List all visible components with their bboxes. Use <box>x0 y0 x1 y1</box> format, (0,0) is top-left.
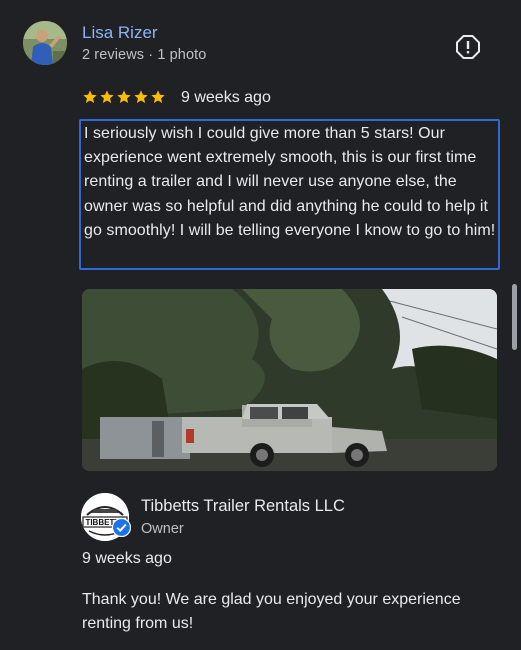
star-icon <box>151 90 165 103</box>
review-date: 9 weeks ago <box>181 89 271 106</box>
star-rating <box>82 86 166 108</box>
owner-business-name[interactable]: Tibbetts Trailer Rentals LLC <box>141 497 345 516</box>
report-flag-icon <box>456 35 480 59</box>
review-photo[interactable] <box>82 289 497 471</box>
star-icon <box>117 90 131 103</box>
reviewer-stats: 2 reviews · 1 photo <box>82 47 207 63</box>
owner-role-label: Owner <box>141 521 184 537</box>
scrollbar-thumb[interactable] <box>512 284 517 350</box>
star-icon <box>100 90 114 103</box>
review-text-container[interactable]: I seriously wish I could give more than … <box>79 119 500 270</box>
reviewer-name[interactable]: Lisa Rizer <box>82 23 158 43</box>
verified-check-icon <box>112 518 131 537</box>
owner-response-date: 9 weeks ago <box>82 550 172 567</box>
owner-response-text: Thank you! We are glad you enjoyed your … <box>82 591 461 633</box>
reviewer-avatar[interactable] <box>23 21 67 65</box>
star-icon <box>134 90 148 103</box>
report-review-button[interactable] <box>455 34 481 60</box>
review-text: I seriously wish I could give more than … <box>84 125 496 239</box>
review-card: Lisa Rizer 2 reviews · 1 photo 9 weeks a… <box>0 0 521 650</box>
star-icon <box>83 90 97 103</box>
